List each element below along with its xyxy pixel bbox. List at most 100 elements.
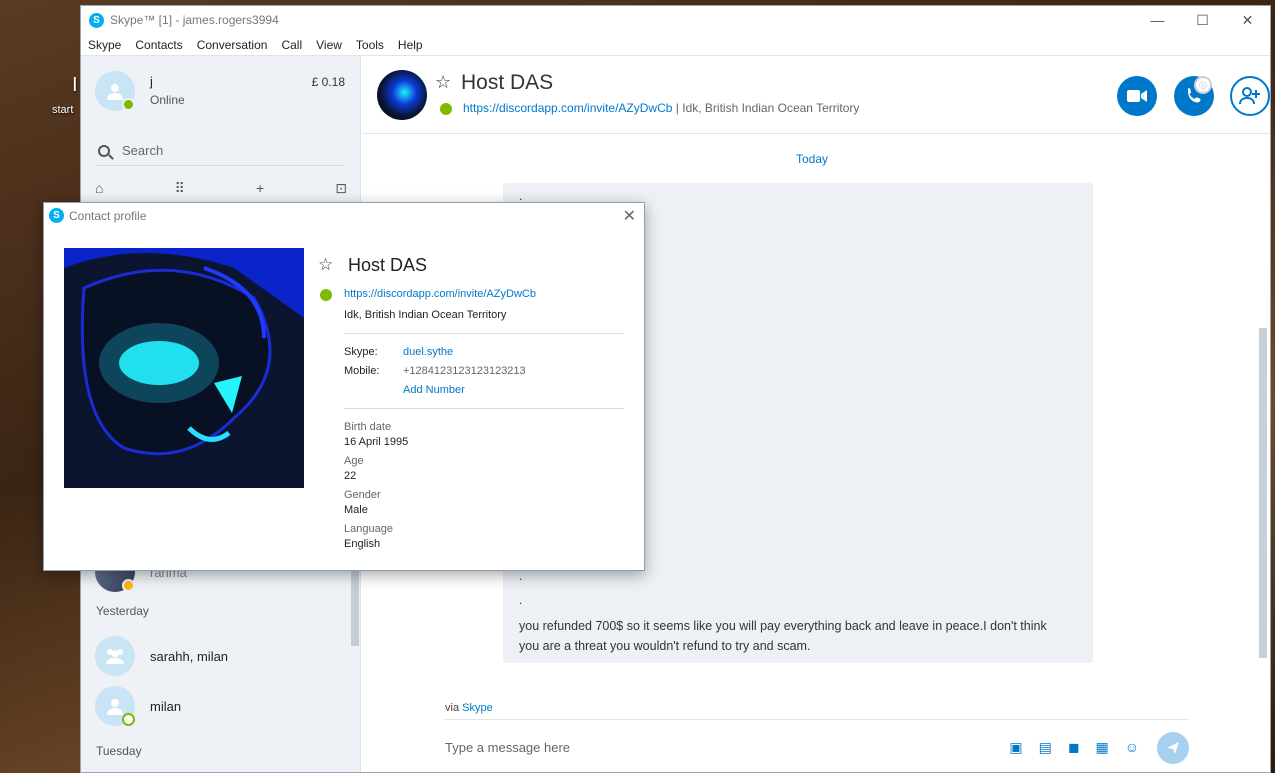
- add-number-link[interactable]: Add Number: [403, 384, 465, 396]
- person-icon: [107, 84, 123, 100]
- desktop-icon-label[interactable]: start: [52, 104, 73, 116]
- send-contact-icon[interactable]: ▦: [1095, 739, 1108, 756]
- video-message-icon[interactable]: ◼: [1068, 739, 1080, 756]
- my-profile[interactable]: j Online £ 0.18: [81, 56, 360, 126]
- conversation-title[interactable]: Host DAS: [461, 71, 553, 95]
- my-avatar[interactable]: [95, 71, 135, 111]
- mobile-number[interactable]: +1284123123123123213: [403, 365, 526, 377]
- title-bar: S Skype™ [1] - james.rogers3994 — ☐ ✕: [81, 6, 1270, 34]
- age-value: 22: [344, 470, 357, 482]
- menu-help[interactable]: Help: [398, 38, 423, 52]
- list-item[interactable]: milan: [95, 686, 345, 730]
- date-separator: Today: [795, 152, 829, 166]
- profile-picture: [64, 248, 304, 488]
- mood-message: https://discordapp.com/invite/AZyDwCb | …: [463, 101, 859, 115]
- contact-avatar[interactable]: [377, 70, 427, 120]
- birth-date-label: Birth date: [344, 421, 392, 433]
- contact-name: milan: [150, 699, 182, 714]
- skype-credit[interactable]: £ 0.18: [312, 75, 345, 89]
- group-icon: [106, 649, 124, 664]
- add-people-button[interactable]: [1230, 76, 1270, 116]
- mood-link[interactable]: https://discordapp.com/invite/AZyDwCb: [463, 101, 672, 115]
- list-item[interactable]: sarahh, milan: [95, 636, 345, 680]
- profile-mood-link[interactable]: https://discordapp.com/invite/AZyDwCb: [344, 288, 536, 300]
- via-skype-link[interactable]: Skype: [462, 702, 493, 714]
- menu-tools[interactable]: Tools: [356, 38, 384, 52]
- message-text: you refunded 700$ so it seems like you w…: [519, 619, 1047, 653]
- section-tuesday: Tuesday: [96, 744, 142, 758]
- my-name: j: [150, 74, 153, 89]
- offline-status-icon: [122, 713, 135, 726]
- send-image-icon[interactable]: ▣: [1009, 739, 1022, 756]
- bot-icon[interactable]: ⊡: [335, 180, 347, 197]
- conversation-scrollbar[interactable]: [1259, 328, 1267, 658]
- menu-call[interactable]: Call: [281, 38, 302, 52]
- contact-name: sarahh, milan: [150, 649, 229, 664]
- desktop-icon-letter: I: [72, 74, 78, 96]
- favorite-star-icon[interactable]: ☆: [435, 72, 451, 93]
- contact-location: Idk, British Indian Ocean Territory: [682, 101, 860, 115]
- globe-icon[interactable]: ◎: [1194, 76, 1212, 94]
- message-composer: Type a message here ▣ ▤ ◼ ▦ ☺: [445, 719, 1189, 771]
- send-file-icon[interactable]: ▤: [1039, 739, 1052, 756]
- dialog-title-bar: S Contact profile: [49, 208, 146, 223]
- window-controls: — ☐ ✕: [1135, 6, 1270, 34]
- online-status-icon: [122, 98, 135, 111]
- separator: |: [675, 101, 679, 115]
- favorite-star-icon[interactable]: ☆: [318, 255, 333, 275]
- menu-skype[interactable]: Skype: [88, 38, 121, 52]
- divider: [344, 333, 624, 334]
- search-box[interactable]: Search: [95, 136, 345, 166]
- send-icon: [1167, 742, 1179, 754]
- conversation-header: ☆ Host DAS https://discordapp.com/invite…: [362, 56, 1270, 134]
- contact-profile-dialog: S Contact profile ✕ ☆ Host DAS https://d…: [43, 202, 645, 571]
- message-line: .: [519, 593, 523, 607]
- birth-date-value: 16 April 1995: [344, 436, 409, 448]
- skype-name[interactable]: duel.sythe: [403, 346, 453, 358]
- menu-conversation[interactable]: Conversation: [197, 38, 268, 52]
- my-status[interactable]: Online: [150, 93, 185, 107]
- composer-tools: ▣ ▤ ◼ ▦ ☺: [1009, 739, 1139, 756]
- menu-contacts[interactable]: Contacts: [135, 38, 182, 52]
- add-icon[interactable]: +: [256, 180, 264, 197]
- gender-value: Male: [344, 504, 368, 516]
- divider: [344, 408, 624, 409]
- group-avatar: [95, 636, 135, 676]
- home-icon[interactable]: ⌂: [95, 180, 103, 197]
- sidebar-toolbar: ⌂ ⠿ + ⊡: [95, 180, 347, 197]
- gender-label: Gender: [344, 489, 381, 501]
- message-line: .: [519, 569, 523, 583]
- skype-logo-icon: S: [49, 208, 64, 223]
- add-people-icon: [1239, 87, 1260, 105]
- message-line: .: [519, 189, 523, 203]
- search-input[interactable]: Search: [122, 143, 163, 158]
- age-label: Age: [344, 455, 364, 467]
- language-value: English: [344, 538, 381, 550]
- mobile-label: Mobile:: [344, 365, 380, 377]
- message-input[interactable]: Type a message here: [445, 740, 570, 755]
- search-icon: [98, 144, 110, 157]
- skype-logo-icon: S: [89, 12, 104, 28]
- window-title: Skype™ [1] - james.rogers3994: [110, 13, 279, 27]
- profile-location: Idk, British Indian Ocean Territory: [344, 309, 507, 321]
- emoticon-icon[interactable]: ☺: [1125, 739, 1139, 756]
- away-status-icon: [122, 579, 135, 592]
- menu-view[interactable]: View: [316, 38, 342, 52]
- online-status-icon: [440, 103, 452, 115]
- dialpad-icon[interactable]: ⠿: [175, 180, 185, 197]
- via-prefix: via: [445, 702, 460, 714]
- video-call-icon: [1127, 90, 1147, 102]
- section-yesterday: Yesterday: [96, 604, 149, 618]
- send-button[interactable]: [1157, 732, 1189, 764]
- profile-picture-art: [64, 248, 304, 488]
- dialog-title: Contact profile: [69, 208, 147, 223]
- via-label: via Skype: [445, 702, 493, 714]
- video-call-button[interactable]: [1117, 76, 1157, 116]
- close-button[interactable]: ✕: [1225, 6, 1270, 34]
- dialog-close-button[interactable]: ✕: [623, 206, 636, 226]
- minimize-button[interactable]: —: [1135, 6, 1180, 34]
- maximize-button[interactable]: ☐: [1180, 6, 1225, 34]
- person-icon: [107, 699, 123, 715]
- online-status-icon: [320, 289, 332, 301]
- skype-label: Skype:: [344, 346, 378, 358]
